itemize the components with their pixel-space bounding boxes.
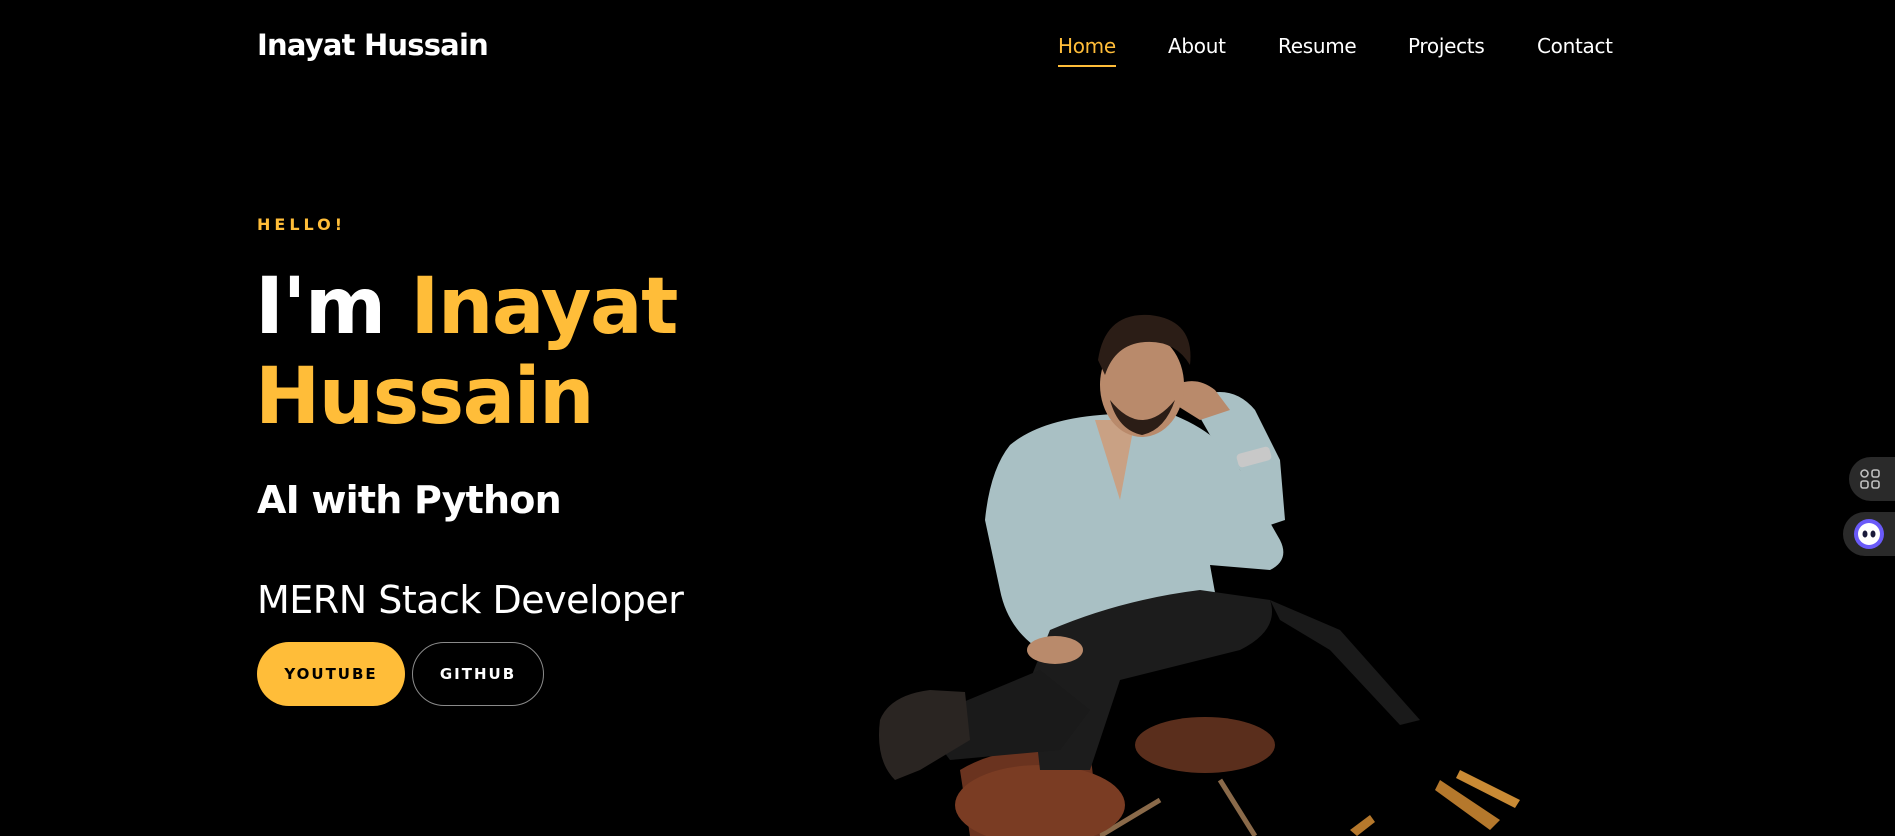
person-shape: [879, 314, 1285, 780]
nav-about[interactable]: About: [1168, 34, 1226, 58]
hero-intro-prefix: I'm: [255, 262, 386, 352]
github-button[interactable]: GITHUB: [412, 642, 544, 706]
nav-resume[interactable]: Resume: [1278, 34, 1357, 58]
apps-grid-icon: [1860, 469, 1880, 489]
nav-projects[interactable]: Projects: [1408, 34, 1485, 58]
hero-portrait-image: [879, 314, 1520, 836]
site-brand[interactable]: Inayat Hussain: [257, 28, 489, 62]
nav-home[interactable]: Home: [1058, 34, 1116, 67]
assistant-bot-icon: [1854, 519, 1884, 549]
hero-name-first: Inayat: [410, 262, 678, 352]
hero-subtitle: AI with Python: [257, 478, 562, 522]
hero-role: MERN Stack Developer: [257, 578, 684, 622]
page: Inayat Hussain Home About Resume Project…: [0, 0, 1895, 836]
assistant-widget-button[interactable]: [1843, 512, 1895, 556]
nav-home-label: Home: [1058, 34, 1116, 58]
youtube-button[interactable]: YOUTUBE: [257, 642, 405, 706]
nav-contact[interactable]: Contact: [1537, 34, 1613, 58]
hero-name-last: Hussain: [255, 352, 595, 442]
apps-widget-button[interactable]: [1849, 457, 1895, 501]
hero-headline: I'm Inayat Hussain: [255, 262, 678, 442]
nav-active-underline: [1058, 65, 1116, 67]
hero-greeting: HELLO!: [257, 215, 347, 234]
